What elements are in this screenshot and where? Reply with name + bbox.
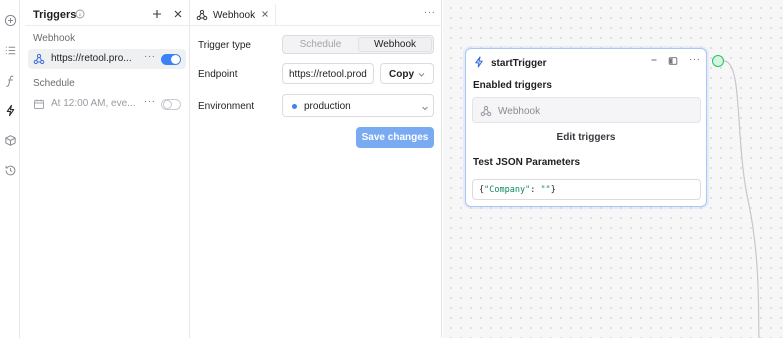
endpoint-field[interactable]: https://retool.prod [282,63,374,84]
section-label-webhook: Webhook [33,33,76,44]
add-trigger-icon[interactable] [151,8,163,20]
function-icon[interactable] [3,73,17,87]
copy-button[interactable]: Copy [380,63,434,84]
triggers-title: Triggers [33,9,77,21]
lightning-icon[interactable] [3,103,17,117]
test-json-label: Test JSON Parameters [473,157,581,168]
json-value: "" [540,185,551,195]
trigger-item-label: At 12:00 AM, eve... [51,98,136,109]
trigger-item-label: https://retool.pro... [51,53,132,64]
triggers-header: Triggers [25,4,190,26]
lightning-icon [473,56,485,68]
environment-status-dot [292,104,297,109]
trigger-type-label: Trigger type [198,40,251,51]
endpoint-value: https://retool.prod [289,69,367,80]
trigger-item-webhook[interactable]: https://retool.pro... ··· [28,49,186,69]
trigger-item-schedule[interactable]: At 12:00 AM, eve... ··· [28,94,186,114]
json-key: "Company" [484,185,531,195]
webhook-tabbar: Webhook ··· [190,4,442,26]
enabled-trigger-label: Webhook [498,106,541,117]
enabled-trigger-pill: Webhook [472,97,701,123]
trigger-enabled-toggle[interactable] [161,99,181,110]
webhook-icon [196,9,208,21]
trigger-type-option-schedule[interactable]: Schedule [284,37,357,52]
chevron-down-icon [421,103,429,111]
side-panel-icon[interactable] [668,56,678,66]
webhook-icon [480,105,492,117]
close-icon[interactable] [172,8,184,20]
environment-label: Environment [198,101,255,112]
more-icon[interactable]: ··· [144,51,156,62]
close-tab-icon[interactable] [260,9,270,19]
json-content: {"Company": ""} [479,185,556,195]
environment-select[interactable]: production [282,94,434,117]
workflow-canvas[interactable]: startTrigger ··· Enabled triggers Webhoo… [443,0,783,338]
plus-circle-icon[interactable] [3,13,17,27]
environment-value: production [304,101,351,112]
trigger-type-option-webhook[interactable]: Webhook [358,37,432,52]
trigger-type-segmented-control: Schedule Webhook [282,35,434,54]
save-changes-button[interactable]: Save changes [356,127,434,148]
start-trigger-node[interactable]: startTrigger ··· Enabled triggers Webhoo… [465,48,707,207]
calendar-icon [33,98,45,110]
list-icon[interactable] [3,43,17,57]
webhook-panel: Webhook ··· Trigger type Schedule Webhoo… [190,0,442,338]
node-title: startTrigger [491,58,547,69]
webhook-icon [33,53,45,65]
tab-label: Webhook [213,10,256,21]
test-json-editor[interactable]: {"Company": ""} [472,179,701,200]
section-label-schedule: Schedule [33,78,75,89]
more-icon[interactable]: ··· [689,54,701,65]
endpoint-label: Endpoint [198,69,238,80]
output-port[interactable] [712,55,724,67]
enabled-triggers-label: Enabled triggers [473,80,552,91]
copy-label: Copy [389,69,414,80]
triggers-panel: Triggers Webhook https://retool.pro... ·… [25,0,190,338]
chevron-down-icon [417,70,426,79]
edit-triggers-button[interactable]: Edit triggers [466,132,706,143]
more-icon[interactable]: ··· [424,7,436,18]
cube-icon[interactable] [3,133,17,147]
left-rail [0,0,20,338]
trigger-enabled-toggle[interactable] [161,54,181,65]
minimize-icon[interactable] [649,55,659,65]
history-icon[interactable] [3,163,17,177]
tab-webhook[interactable]: Webhook [190,4,276,26]
info-icon[interactable] [75,9,85,19]
more-icon[interactable]: ··· [144,96,156,107]
